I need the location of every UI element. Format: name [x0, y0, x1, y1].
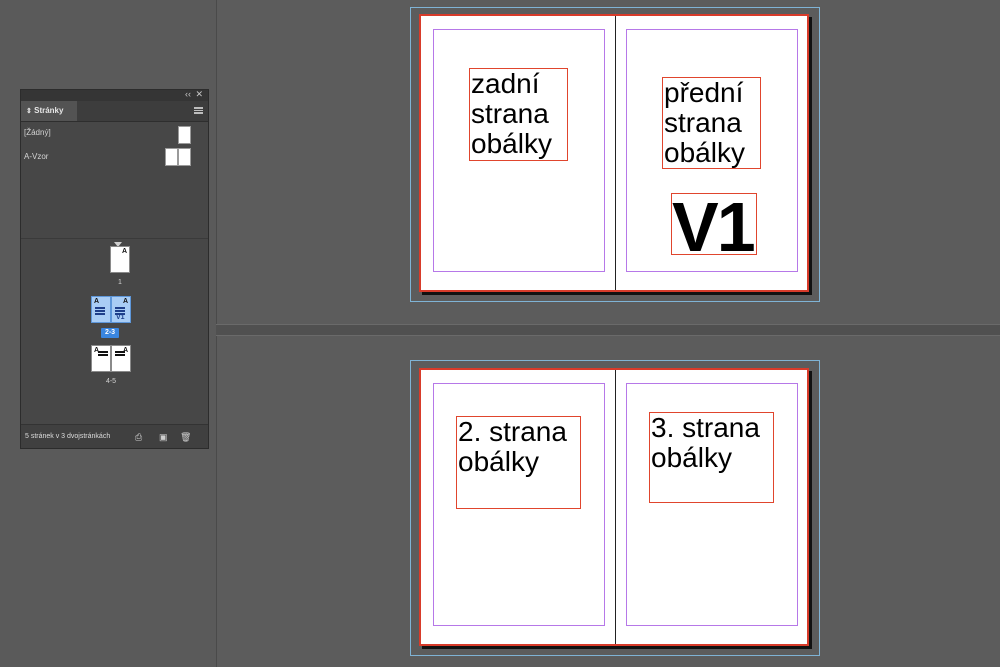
pages-panel: ‹‹ ✕ ⇕ Stránky [Žádný] A-Vzor A 1 A A V1… — [20, 89, 209, 449]
sort-arrows-icon: ⇕ — [26, 108, 32, 115]
master-prefix: A — [121, 248, 127, 255]
text-line: strana — [471, 98, 549, 129]
master-label: A-Vzor — [24, 152, 49, 161]
master-prefix: A — [122, 298, 128, 305]
masters-section: [Žádný] A-Vzor — [21, 122, 208, 239]
page-thumbnail-3[interactable]: A V1 — [111, 296, 131, 323]
spine — [615, 370, 616, 644]
double-chevron-left-icon[interactable]: ‹‹ — [185, 89, 191, 99]
variant-label: V1 — [672, 193, 756, 255]
text-line: zadní — [471, 68, 540, 99]
text-frame-back-cover[interactable]: zadní strana obálky — [469, 68, 568, 161]
page-variant-label: V1 — [116, 314, 125, 321]
master-item-a[interactable]: A-Vzor — [24, 152, 48, 161]
close-icon[interactable]: ✕ — [195, 89, 203, 100]
tab-pages[interactable]: ⇕ Stránky — [21, 101, 77, 121]
page-count-status: 5 stránek v 3 dvojstránkách — [25, 433, 111, 440]
panel-tab-row: ⇕ Stránky — [21, 101, 208, 122]
panel-title-bar[interactable]: ‹‹ ✕ — [21, 89, 208, 101]
master-thumbnail-a-left[interactable] — [165, 148, 178, 166]
panel-status-bar: 5 stránek v 3 dvojstránkách ⎙ ▣ 🗑 — [21, 424, 208, 448]
text-frame-page-2[interactable]: 2. strana obálky — [456, 416, 581, 509]
master-thumbnail-none[interactable] — [178, 126, 191, 144]
spread-2[interactable]: 2. strana obálky 3. strana obálky — [419, 368, 809, 646]
master-prefix: A — [94, 298, 100, 305]
text-line: obálky — [664, 137, 745, 168]
master-thumbnail-a-right[interactable] — [178, 148, 191, 166]
text-lines-icon — [95, 307, 105, 316]
text-line: strana — [664, 107, 742, 138]
text-frame-variant[interactable]: V1 — [671, 193, 757, 255]
text-frame-page-3[interactable]: 3. strana obálky — [649, 412, 774, 503]
trash-icon[interactable]: 🗑 — [180, 432, 191, 442]
text-line: 3. strana — [651, 412, 760, 443]
text-line: obálky — [651, 442, 732, 473]
spread-separator — [216, 324, 1000, 336]
page-thumbnail-4[interactable]: A — [91, 345, 111, 372]
page-number-1: 1 — [118, 279, 122, 286]
new-page-icon[interactable]: ▣ — [159, 432, 168, 442]
edit-page-size-icon[interactable]: ⎙ — [135, 432, 142, 442]
page-thumbnail-5[interactable]: A — [111, 345, 131, 372]
master-item-none[interactable]: [Žádný] — [24, 128, 51, 137]
spread-1[interactable]: zadní strana obálky přední strana obálky… — [419, 14, 809, 292]
pages-section: A 1 A A V1 2-3 A A 4-5 — [21, 239, 208, 427]
text-frame-front-cover[interactable]: přední strana obálky — [662, 77, 761, 169]
panel-menu-icon[interactable] — [194, 107, 203, 114]
page-number-4-5: 4-5 — [105, 378, 117, 385]
text-line: přední — [664, 77, 744, 108]
text-line: obálky — [458, 446, 539, 477]
text-lines-icon — [115, 351, 125, 357]
spine — [615, 16, 616, 290]
text-line: obálky — [471, 128, 552, 159]
page-thumbnail-1[interactable]: A — [110, 246, 130, 273]
master-label: [Žádný] — [24, 128, 51, 137]
page-thumbnail-2[interactable]: A — [91, 296, 111, 323]
text-line: 2. strana — [458, 416, 567, 447]
page-number-2-3: 2-3 — [101, 328, 119, 338]
tab-pages-label: Stránky — [34, 106, 64, 115]
text-lines-icon — [98, 351, 108, 357]
